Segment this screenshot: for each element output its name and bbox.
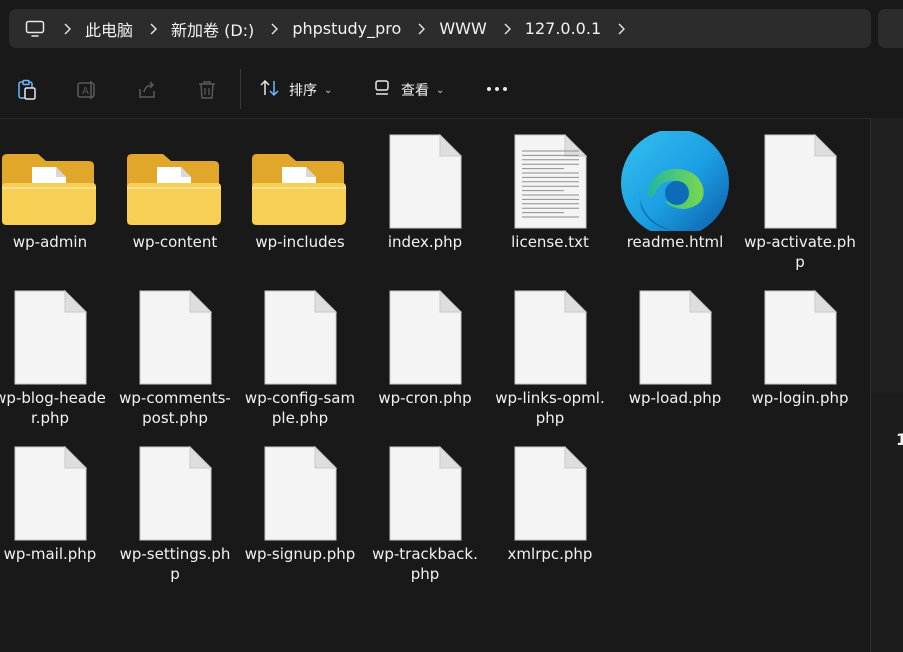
php-file-icon bbox=[119, 443, 231, 543]
chevron-right-icon[interactable] bbox=[60, 23, 74, 35]
file-name: wp-settings.php bbox=[119, 545, 231, 583]
file-name: wp-config-sample.php bbox=[244, 389, 356, 427]
svg-text:A: A bbox=[82, 86, 89, 97]
chevron-down-icon: ⌄ bbox=[324, 84, 333, 96]
file-name: wp-mail.php bbox=[3, 545, 97, 563]
breadcrumb-localhost[interactable]: 127.0.0.1 bbox=[525, 19, 601, 38]
address-bar[interactable]: 此电脑 新加卷 (D:) phpstudy_pro WWW 127.0.0.1 bbox=[9, 9, 871, 48]
sort-label: 排序 bbox=[289, 83, 317, 99]
sort-button[interactable]: 排序 ⌄ bbox=[259, 75, 332, 105]
chevron-right-icon[interactable] bbox=[267, 23, 281, 35]
php-file-icon bbox=[244, 443, 356, 543]
view-icon bbox=[373, 78, 393, 102]
file-name: wp-content bbox=[132, 233, 218, 251]
this-pc-icon[interactable] bbox=[23, 17, 47, 41]
more-options-icon[interactable] bbox=[487, 87, 507, 91]
breadcrumb-this-pc[interactable]: 此电脑 bbox=[85, 17, 133, 41]
file-name: wp-comments-post.php bbox=[119, 389, 231, 427]
rename-icon[interactable]: A bbox=[75, 78, 99, 102]
breadcrumb-phpstudy-pro[interactable]: phpstudy_pro bbox=[292, 19, 401, 38]
php-file-icon bbox=[619, 287, 731, 387]
file-name: wp-cron.php bbox=[378, 389, 472, 407]
file-name: wp-trackback.php bbox=[372, 545, 478, 583]
share-icon[interactable] bbox=[135, 78, 159, 102]
view-label: 查看 bbox=[401, 83, 429, 99]
php-file-icon bbox=[0, 443, 106, 543]
search-box[interactable] bbox=[878, 9, 903, 48]
view-button[interactable]: 查看 ⌄ bbox=[373, 75, 444, 105]
php-file-icon bbox=[244, 287, 356, 387]
paste-icon[interactable] bbox=[15, 78, 39, 102]
file-name: xmlrpc.php bbox=[507, 545, 593, 563]
delete-icon[interactable] bbox=[195, 78, 219, 102]
breadcrumb-drive-d[interactable]: 新加卷 (D:) bbox=[171, 17, 254, 41]
php-file-icon bbox=[369, 443, 481, 543]
php-file-icon bbox=[369, 131, 481, 231]
file-name: wp-blog-header.php bbox=[0, 389, 106, 427]
file-name: wp-load.php bbox=[628, 389, 722, 407]
breadcrumb-www[interactable]: WWW bbox=[439, 19, 486, 38]
text-file-icon bbox=[494, 131, 606, 231]
content-divider bbox=[0, 118, 870, 119]
chevron-right-icon[interactable] bbox=[614, 23, 628, 35]
details-pane-header bbox=[871, 118, 903, 393]
chevron-right-icon[interactable] bbox=[146, 23, 160, 35]
file-name: wp-includes bbox=[255, 233, 345, 251]
php-file-icon bbox=[119, 287, 231, 387]
toolbar-divider bbox=[240, 69, 241, 109]
file-name: license.txt bbox=[511, 233, 589, 251]
file-name: wp-signup.php bbox=[244, 545, 356, 563]
chevron-down-icon: ⌄ bbox=[436, 84, 445, 96]
php-file-icon bbox=[494, 287, 606, 387]
command-bar: A 排序 ⌄ 查看 ⌄ bbox=[0, 62, 903, 118]
chevron-right-icon[interactable] bbox=[500, 23, 514, 35]
folder-icon bbox=[244, 137, 356, 237]
folder-icon bbox=[119, 137, 231, 237]
sort-icon bbox=[259, 78, 281, 102]
php-file-icon bbox=[369, 287, 481, 387]
file-name: wp-login.php bbox=[751, 389, 849, 407]
details-pane-text: 1 bbox=[896, 430, 903, 449]
php-file-icon bbox=[744, 131, 856, 231]
folder-icon bbox=[0, 137, 106, 237]
php-file-icon bbox=[744, 287, 856, 387]
edge-browser-icon bbox=[619, 129, 731, 237]
file-name: wp-admin bbox=[12, 233, 88, 251]
file-name: wp-activate.php bbox=[744, 233, 856, 271]
file-name: index.php bbox=[387, 233, 463, 251]
file-name: wp-links-opml.php bbox=[495, 389, 605, 427]
php-file-icon bbox=[494, 443, 606, 543]
file-name: readme.html bbox=[626, 233, 724, 251]
php-file-icon bbox=[0, 287, 106, 387]
chevron-right-icon[interactable] bbox=[414, 23, 428, 35]
